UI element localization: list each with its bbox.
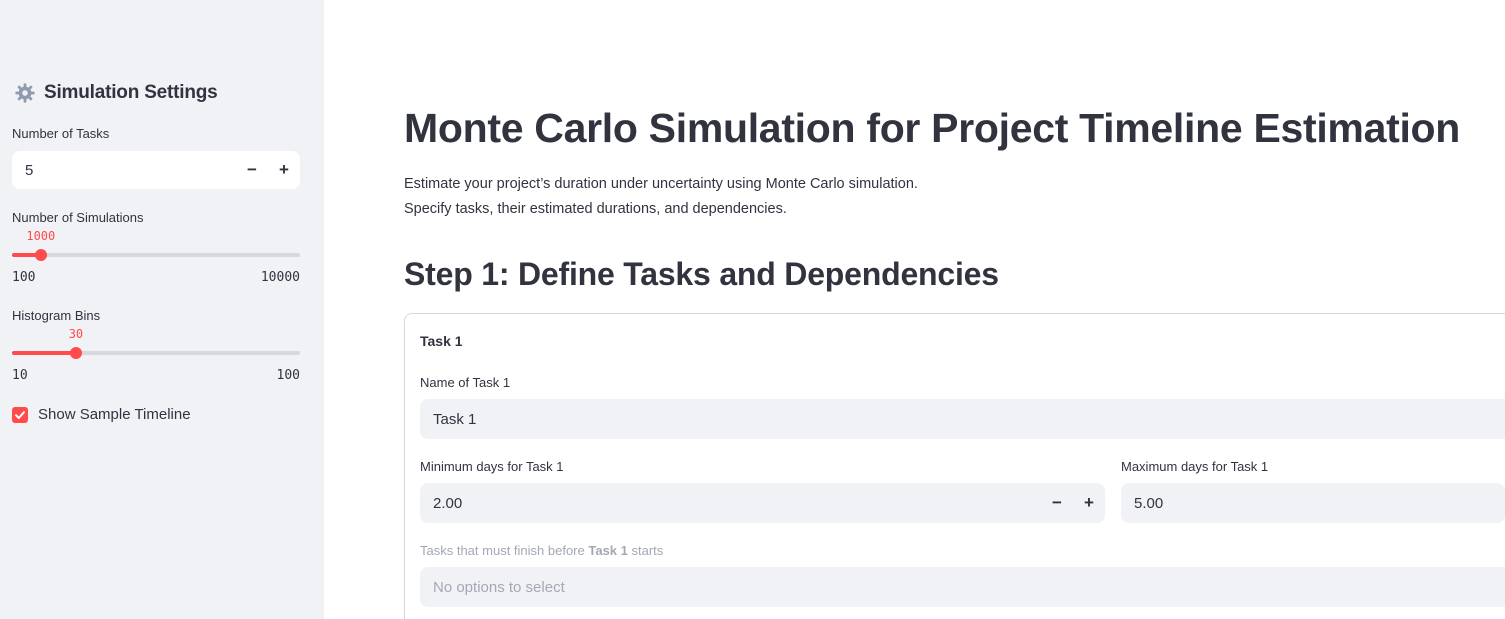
histogram-bins-range: 10 100	[12, 368, 300, 383]
show-timeline-checkbox[interactable]: Show Sample Timeline	[12, 406, 191, 423]
dependencies-placeholder: No options to select	[433, 578, 565, 596]
sidebar-title: Simulation Settings	[44, 82, 218, 103]
num-tasks-value[interactable]: 5	[12, 162, 236, 179]
show-timeline-label: Show Sample Timeline	[38, 406, 191, 423]
num-tasks-input[interactable]: 5 − +	[12, 151, 300, 189]
min-days-value[interactable]: 2.00	[420, 495, 1041, 512]
dependencies-multiselect[interactable]: No options to select	[420, 567, 1505, 607]
slider-max-label: 100	[276, 368, 300, 383]
min-days-input[interactable]: 2.00 − +	[420, 483, 1105, 523]
dependencies-label: Tasks that must finish before Task 1 sta…	[420, 543, 663, 558]
step1-heading: Step 1: Define Tasks and Dependencies	[404, 256, 999, 292]
task-card-title: Task 1	[420, 333, 463, 349]
task-name-value[interactable]: Task 1	[420, 411, 1505, 428]
intro-text-line2: Specify tasks, their estimated durations…	[404, 201, 787, 217]
min-days-increment-button[interactable]: +	[1073, 483, 1105, 523]
max-days-input[interactable]: 5.00	[1121, 483, 1505, 523]
slider-thumb[interactable]	[34, 249, 47, 261]
num-tasks-label: Number of Tasks	[12, 126, 110, 141]
slider-fill	[12, 351, 76, 355]
checkmark-icon[interactable]	[12, 406, 28, 423]
slider-value: 30	[68, 327, 84, 341]
min-days-decrement-button[interactable]: −	[1041, 483, 1073, 523]
sidebar-header: Simulation Settings	[14, 82, 218, 104]
slider-min-label: 10	[12, 368, 28, 383]
sidebar: Simulation Settings Number of Tasks 5 − …	[0, 0, 324, 619]
num-simulations-slider[interactable]: 1000	[12, 229, 300, 261]
slider-value: 1000	[26, 229, 56, 243]
max-days-value[interactable]: 5.00	[1121, 495, 1505, 512]
task-name-label: Name of Task 1	[420, 375, 511, 390]
dependencies-label-suffix: starts	[627, 543, 664, 558]
dependencies-label-prefix: Tasks that must finish before	[420, 543, 589, 558]
num-tasks-increment-button[interactable]: +	[268, 151, 300, 189]
num-simulations-range: 100 10000	[12, 270, 300, 285]
gear-icon	[14, 82, 36, 104]
num-simulations-label: Number of Simulations	[12, 210, 144, 225]
slider-thumb[interactable]	[69, 347, 82, 359]
intro-text-line1: Estimate your project’s duration under u…	[404, 176, 918, 192]
page-title: Monte Carlo Simulation for Project Timel…	[404, 105, 1461, 151]
num-tasks-decrement-button[interactable]: −	[236, 151, 268, 189]
slider-max-label: 10000	[260, 270, 300, 285]
task-name-input[interactable]: Task 1	[420, 399, 1505, 439]
dependencies-label-task: Task 1	[588, 543, 628, 558]
slider-min-label: 100	[12, 270, 36, 285]
min-days-label: Minimum days for Task 1	[420, 459, 564, 474]
max-days-label: Maximum days for Task 1	[1121, 459, 1269, 474]
histogram-bins-slider[interactable]: 30	[12, 327, 300, 359]
histogram-bins-label: Histogram Bins	[12, 308, 101, 323]
